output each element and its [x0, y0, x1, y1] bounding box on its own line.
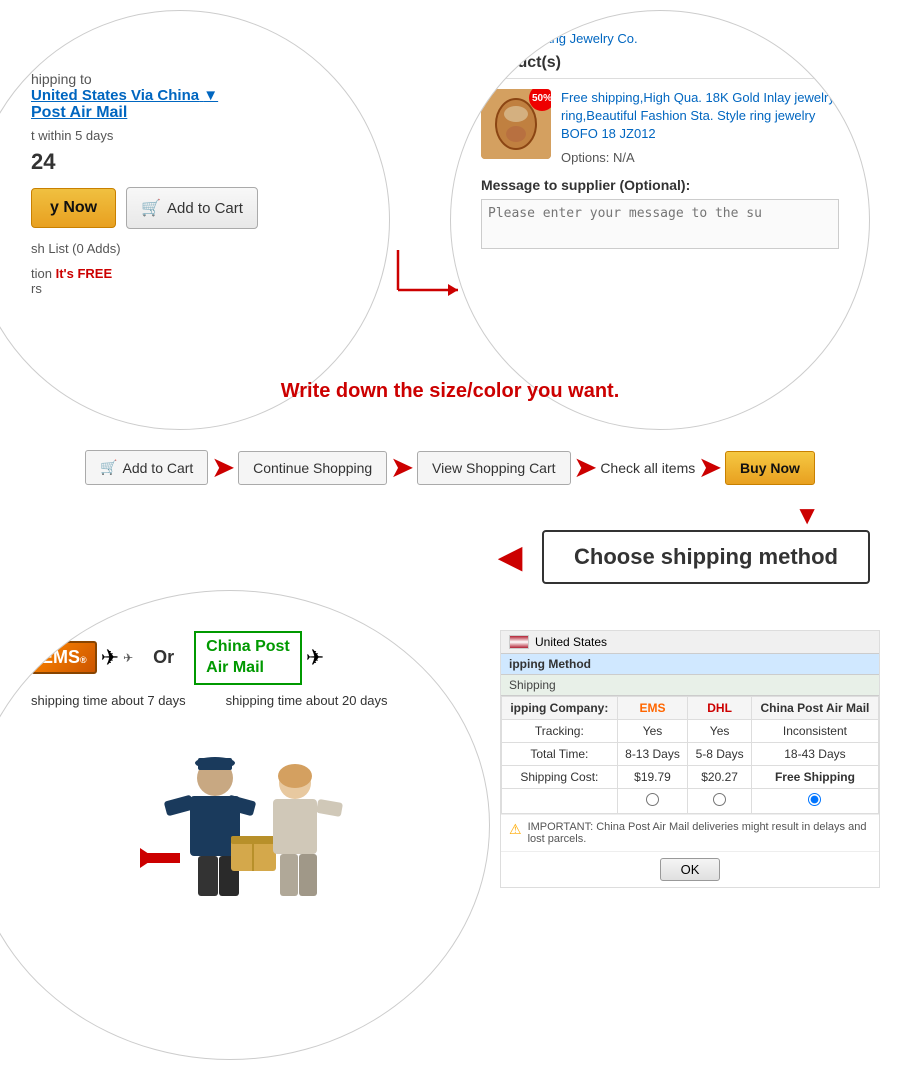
country-label: United States [535, 635, 607, 649]
company-col-header: ipping Company: [502, 697, 618, 720]
step-row: 🛒 Add to Cart ➤ Continue Shopping ➤ View… [0, 440, 900, 495]
ems-shipping-time: shipping time about 7 days [31, 693, 186, 708]
shipping-method-section: ◀ Choose shipping method [0, 530, 900, 584]
china-post-logo: China Post Air Mail [194, 631, 302, 685]
delivery-illustration [135, 728, 355, 928]
cart-step-icon: 🛒 [100, 459, 117, 476]
step-arrow-4: ➤ [699, 452, 721, 483]
post-air-mail-link[interactable]: Post Air Mail [31, 104, 359, 122]
warning-icon: ⚠ [509, 821, 522, 838]
ems-col-header: EMS [617, 697, 688, 720]
shipping-sub-label: Shipping [501, 675, 879, 696]
dhl-radio[interactable] [713, 793, 726, 806]
china-tracking: Inconsistent [751, 720, 878, 743]
shipping-method-arrow: ◀ [499, 540, 522, 575]
left-info-circle: hipping to United States Via China ▼ Pos… [0, 10, 390, 430]
down-arrow-icon: ▼ [794, 500, 820, 531]
seller-name-label: ner: ZhuoYang Jewelry Co. [481, 31, 839, 46]
tracking-label: Tracking: [502, 720, 618, 743]
vertical-arrow-section: ▼ [794, 500, 820, 531]
view-cart-button[interactable]: View Shopping Cart [417, 451, 570, 485]
step-arrow-1: ➤ [212, 452, 234, 483]
ems-cost: $19.79 [617, 766, 688, 789]
add-to-cart-button[interactable]: 🛒 Add to Cart [126, 187, 258, 229]
shipping-country-link[interactable]: United States Via China ▼ [31, 87, 359, 104]
ems-logo-text: EMS [41, 647, 80, 667]
shipping-comparison-table: ipping Company: EMS DHL China Post Air M… [501, 696, 879, 814]
china-post-shipping-time: shipping time about 20 days [226, 693, 388, 708]
dhl-cost: $20.27 [688, 766, 752, 789]
china-cost: Free Shipping [751, 766, 878, 789]
wish-list-label: sh List (0 Adds) [31, 241, 359, 256]
delivery-days-label: t within 5 days [31, 128, 359, 143]
ok-button[interactable]: OK [660, 858, 721, 881]
china-post-col-header: China Post Air Mail [751, 697, 878, 720]
time-label: Total Time: [502, 743, 618, 766]
radio-row [502, 789, 879, 814]
continue-shopping-button[interactable]: Continue Shopping [238, 451, 387, 485]
ems-tracking: Yes [617, 720, 688, 743]
step-arrow-2: ➤ [391, 452, 413, 483]
delivery-people-svg [135, 748, 355, 928]
ems-small-text: ✈ [123, 651, 133, 665]
china-post-radio[interactable] [808, 793, 821, 806]
dhl-col-header: DHL [688, 697, 752, 720]
check-items-label: Check all items [600, 460, 695, 476]
cost-label: Shipping Cost: [502, 766, 618, 789]
or-label: Or [153, 647, 174, 668]
write-down-section: Write down the size/color you want. [0, 380, 900, 403]
buy-now-step-button[interactable]: Buy Now [725, 451, 815, 485]
shipping-table: United States ipping Method Shipping ipp… [500, 630, 880, 888]
add-to-cart-step-button[interactable]: 🛒 Add to Cart [85, 450, 208, 485]
cost-row: Shipping Cost: $19.79 $20.27 Free Shippi… [502, 766, 879, 789]
china-time: 18-43 Days [751, 743, 878, 766]
price-display: 24 [31, 149, 359, 175]
buy-now-button[interactable]: y Now [31, 188, 116, 228]
tracking-row: Tracking: Yes Yes Inconsistent [502, 720, 879, 743]
message-label: Message to supplier (Optional): [481, 177, 839, 193]
ems-radio[interactable] [646, 793, 659, 806]
connector-arrow [388, 240, 468, 300]
right-info-circle: ner: ZhuoYang Jewelry Co. Product(s) 50%… [450, 10, 870, 430]
bottom-info-circle: EMS® ✈ ✈ Or China Post Air Mail ✈ shippi… [0, 590, 490, 1060]
options-label: Options: N/A [561, 150, 839, 165]
dhl-tracking: Yes [688, 720, 752, 743]
shipping-prefix: hipping to [31, 71, 92, 87]
us-flag-icon [509, 635, 529, 649]
ems-logo: EMS® [31, 641, 97, 674]
product-thumbnail: 50% [481, 89, 551, 159]
shipping-to-label: hipping to United States Via China ▼ Pos… [31, 71, 359, 122]
important-text: IMPORTANT: China Post Air Mail deliverie… [528, 821, 871, 845]
dhl-time: 5-8 Days [688, 743, 752, 766]
products-header: Product(s) [481, 54, 839, 79]
plane-icon-2: ✈ [306, 645, 324, 671]
ems-time: 8-13 Days [617, 743, 688, 766]
shipping-method-section-label: ipping Method [501, 654, 879, 675]
country-header: United States [501, 631, 879, 654]
write-down-text: Write down the size/color you want. [281, 380, 620, 402]
time-row: Total Time: 8-13 Days 5-8 Days 18-43 Day… [502, 743, 879, 766]
message-input[interactable] [481, 199, 839, 249]
product-title[interactable]: Free shipping,High Qua. 18K Gold Inlay j… [561, 89, 839, 144]
protection-row: tion It's FREE [31, 266, 359, 281]
step-arrow-3: ➤ [575, 452, 597, 483]
years-label: rs [31, 281, 359, 296]
dropdown-icon: ▼ [203, 87, 218, 104]
important-note: ⚠ IMPORTANT: China Post Air Mail deliver… [501, 814, 879, 851]
ok-btn-row: OK [501, 851, 879, 887]
shipping-method-box: Choose shipping method [542, 530, 870, 584]
cart-icon: 🛒 [141, 198, 161, 218]
ems-logo-reg: ® [80, 655, 87, 665]
plane-icon-1: ✈ [101, 645, 119, 671]
